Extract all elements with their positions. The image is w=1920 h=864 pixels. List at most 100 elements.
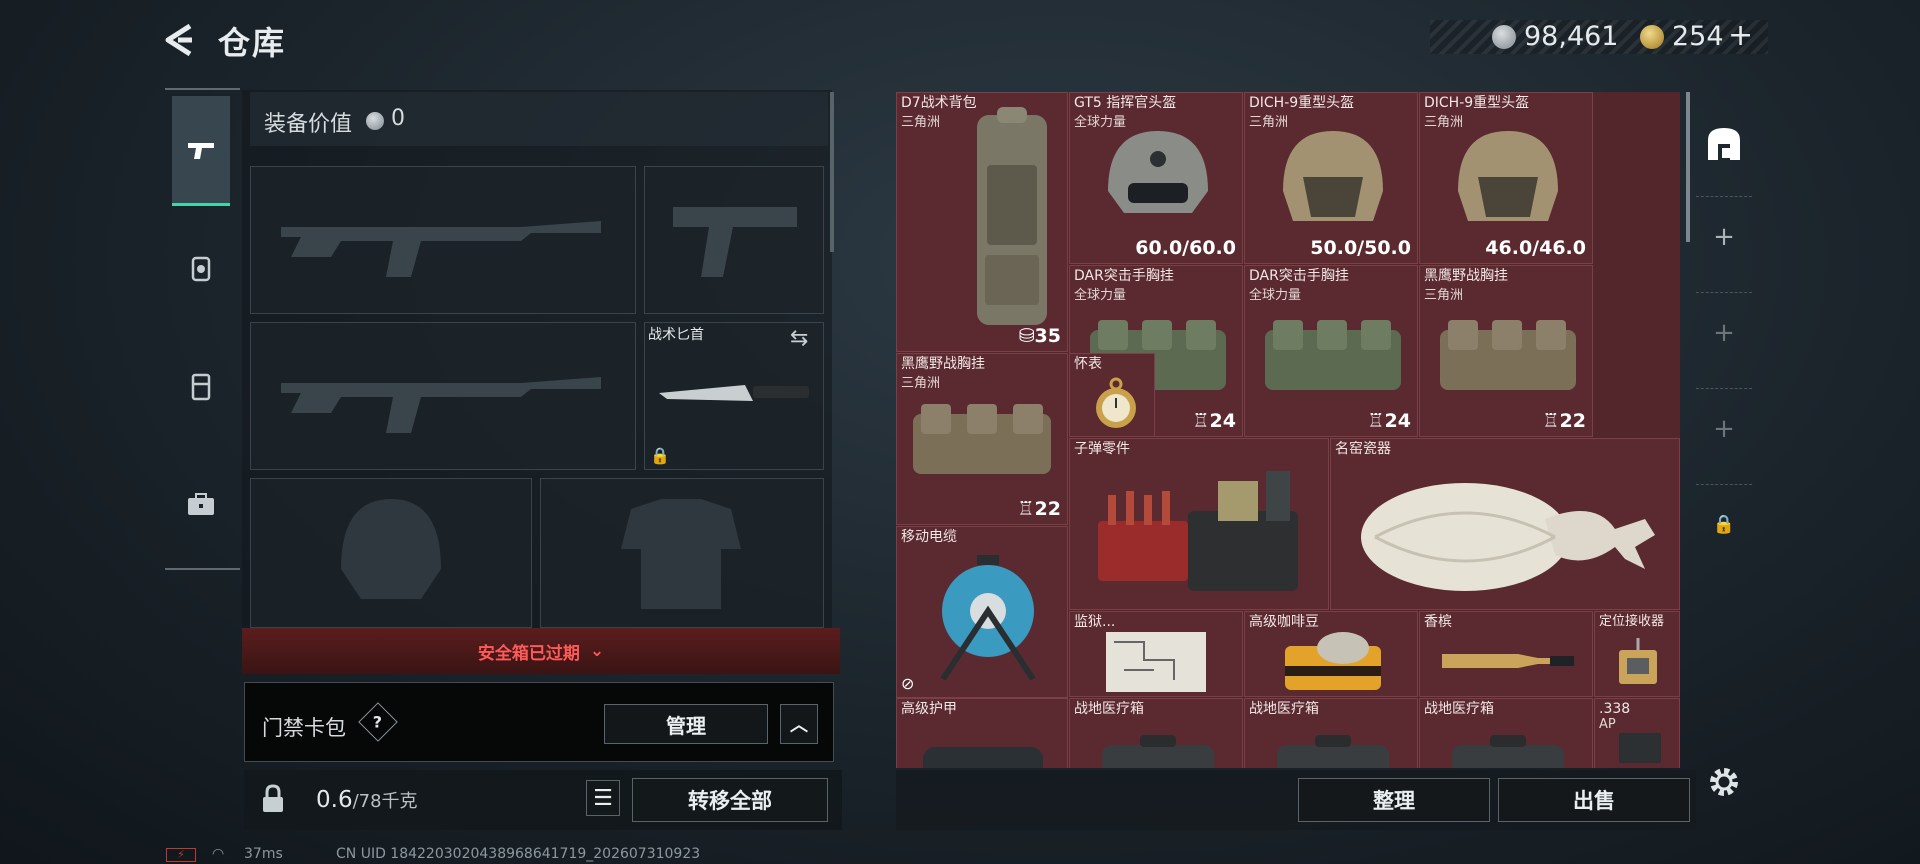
helmet-icon — [1283, 131, 1383, 221]
inventory-item[interactable]: 子弹零件 — [1069, 438, 1329, 610]
vest-icon: ♖ — [1542, 410, 1560, 432]
inventory-item[interactable]: 高级咖啡豆 — [1244, 611, 1418, 697]
pistol-silhouette-icon — [673, 207, 797, 277]
inventory-item[interactable]: 移动电缆 ⊘ — [896, 526, 1068, 698]
inventory-item[interactable]: 战地医疗箱 — [1419, 698, 1593, 768]
coffee-beans-icon — [1285, 632, 1381, 690]
storage-page-1[interactable] — [1696, 104, 1752, 184]
inventory-item[interactable]: .338 AP — [1594, 698, 1680, 768]
list-icon[interactable]: ☰ — [586, 780, 620, 816]
map-document-icon — [1106, 632, 1206, 692]
add-storage-page-icon[interactable]: + — [1696, 196, 1752, 276]
vest-silhouette-icon — [621, 499, 741, 609]
tab-armor[interactable] — [172, 332, 230, 442]
gps-receiver-icon — [1619, 638, 1657, 684]
helmet-icon — [1108, 131, 1208, 213]
primary-weapon-slot[interactable] — [250, 166, 636, 314]
back-arrow-icon[interactable] — [160, 20, 200, 60]
backpack-icon — [977, 107, 1047, 325]
inventory-item[interactable]: 名窑瓷器 — [1330, 438, 1680, 610]
inventory-item[interactable]: DICH-9重型头盔 三角洲 50.0/50.0 — [1244, 92, 1418, 264]
inventory-item[interactable]: 定位接收器 — [1594, 611, 1680, 697]
melee-slot-label: 战术匕首 — [648, 327, 704, 343]
inventory-item[interactable]: 监狱... — [1069, 611, 1243, 697]
add-storage-page-icon[interactable]: + — [1696, 292, 1752, 372]
helmet-slot[interactable] — [250, 478, 532, 628]
tab-weapons[interactable] — [172, 96, 230, 206]
equipment-value-label: 装备价值 — [264, 112, 353, 137]
swap-icon[interactable]: ⇆ — [790, 326, 808, 351]
vest-icon: ♖ — [1367, 410, 1385, 432]
inventory-item[interactable]: 怀表 — [1069, 353, 1155, 437]
chest-rig-icon — [1265, 320, 1401, 390]
inventory-grid: D7战术背包 三角洲 ⛁35 GT5 指挥官头盔 全球力量 60.0/60.0 … — [896, 92, 1680, 768]
manage-button[interactable]: 管理 — [604, 704, 768, 744]
inventory-scrollbar[interactable] — [1686, 92, 1690, 242]
armor-icon — [923, 747, 1043, 768]
equipment-scrollbar[interactable] — [830, 92, 834, 252]
inventory-item[interactable]: 黑鹰野战胸挂 三角洲 ♖22 — [1419, 265, 1593, 437]
rifle-silhouette-icon — [281, 221, 601, 277]
sort-button[interactable]: 整理 — [1298, 778, 1490, 822]
silver-balance: 98,461 — [1524, 21, 1619, 52]
silver-coin-icon — [366, 112, 384, 130]
armor-icon — [191, 373, 211, 401]
armor-slot[interactable] — [540, 478, 824, 628]
medkit-icon — [1277, 735, 1389, 768]
lock-icon[interactable]: 🔒 — [1696, 484, 1752, 564]
briefcase-icon — [188, 493, 214, 515]
wifi-icon: ◠ — [212, 846, 225, 862]
pistol-icon — [188, 142, 214, 159]
inventory-item[interactable]: 香槟 — [1419, 611, 1593, 697]
vault-icon — [1708, 128, 1740, 160]
inventory-item[interactable]: 黑鹰野战胸挂 三角洲 ♖22 — [896, 353, 1068, 525]
inventory-item[interactable]: GT5 指挥官头盔 全球力量 60.0/60.0 — [1069, 92, 1243, 264]
keycard-label: 门禁卡包 — [262, 716, 346, 740]
inventory-item[interactable]: DAR突击手胸挂 全球力量 ♖24 — [1244, 265, 1418, 437]
inventory-item[interactable]: D7战术背包 三角洲 ⛁35 — [896, 92, 1068, 352]
weight-max: /78千克 — [352, 791, 418, 812]
tab-toolbox[interactable] — [172, 450, 230, 560]
gold-coin-icon — [1640, 25, 1664, 49]
no-insurance-icon: ⊘ — [901, 674, 915, 693]
chevron-down-icon: ⌄ — [589, 641, 605, 661]
ammo-box-icon — [1619, 733, 1661, 763]
ping-readout: 37ms — [244, 846, 283, 862]
vest-icon: ♖ — [1192, 410, 1210, 432]
helmet-icon — [1458, 131, 1558, 221]
pistol-slot[interactable] — [644, 166, 824, 314]
secondary-weapon-slot[interactable] — [250, 322, 636, 470]
silver-coin-icon — [1492, 25, 1516, 49]
chest-rig-icon — [913, 404, 1051, 474]
safe-box-status: 安全箱已过期 — [477, 643, 580, 664]
add-storage-page-icon[interactable]: + — [1696, 388, 1752, 468]
inventory-item[interactable]: 高级护甲 — [896, 698, 1068, 768]
chevron-up-icon[interactable]: ︿ — [780, 704, 818, 744]
inventory-item[interactable]: 战地医疗箱 — [1069, 698, 1243, 768]
rifle-silhouette-icon — [281, 377, 601, 433]
champagne-bottle-icon — [1442, 654, 1574, 668]
page-title: 仓库 — [218, 24, 287, 62]
inventory-item[interactable]: 战地医疗箱 — [1244, 698, 1418, 768]
vest-icon: ♖ — [1017, 498, 1035, 520]
tab-helmet[interactable] — [172, 214, 230, 324]
safe-box-expired-banner[interactable]: 安全箱已过期 ⌄ — [242, 628, 840, 674]
medkit-icon — [1102, 735, 1214, 768]
uid-readout: CN UID 1842203020438968641719_2026073109… — [336, 846, 701, 862]
padlock-icon — [263, 784, 283, 812]
knife-icon — [659, 385, 809, 401]
chest-rig-icon — [1440, 320, 1576, 390]
weight-current: 0.6 — [316, 787, 353, 813]
gear-icon[interactable] — [1706, 764, 1742, 800]
weight-readout: 0.6/78千克 — [316, 787, 418, 813]
lock-icon: 🔒 — [650, 446, 670, 465]
sell-button[interactable]: 出售 — [1498, 778, 1690, 822]
equipment-value: 0 — [391, 106, 405, 131]
gold-balance: 254 — [1672, 21, 1724, 52]
helmet-silhouette-icon — [341, 499, 441, 599]
add-currency-icon[interactable]: + — [1728, 18, 1753, 53]
inventory-item[interactable]: DICH-9重型头盔 三角洲 46.0/46.0 — [1419, 92, 1593, 264]
transfer-all-button[interactable]: 转移全部 — [632, 778, 828, 822]
porcelain-vase-icon — [1361, 483, 1655, 591]
pocket-watch-icon — [1096, 377, 1136, 428]
